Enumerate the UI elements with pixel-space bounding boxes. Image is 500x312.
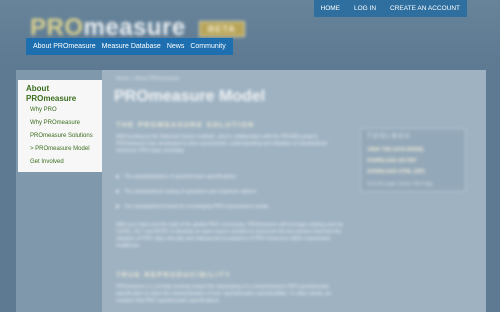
toolbox-footer-links[interactable]: Print this page | Share This Page [367,181,433,186]
section-heading-reproducibility: TRUE REPRODUCIBILITY [116,272,232,279]
sidebar-item-promeasure-model[interactable]: > PROmeasure Model [30,146,90,152]
sidebar-title: About PROmeasure [26,84,77,103]
list-item: The standardized format for exchanging P… [116,204,269,210]
toolbox-panel: TOOLBOX VIEW THE DATA MODEL DOWNLOAD AS … [360,128,466,192]
list-item: The standardization of questionnaire spe… [116,174,269,180]
page-title: PROmeasure Model [114,88,266,105]
nav-login-link[interactable]: LOG IN [347,0,383,17]
section-paragraph: PROmeasure is currently working toward t… [116,284,332,304]
nav-home-link[interactable]: HOME [314,0,348,17]
breadcrumb[interactable]: Home > About PROmeasure [116,76,180,82]
sidebar-item-why-promeasure[interactable]: Why PROmeasure [30,120,80,126]
main-nav: About PROmeasure Measure Database News C… [26,38,233,55]
logo-measure-text: measure [83,14,186,41]
section-paragraph: With your input and the help of the glob… [116,222,344,249]
main-nav-measure-database[interactable]: Measure Database [99,38,164,55]
section-heading-solution: THE PROMEASURE SOLUTION [116,122,255,129]
toolbox-title: TOOLBOX [367,133,412,140]
sidebar-item-why-pro[interactable]: Why PRO [30,107,57,113]
main-nav-community[interactable]: Community [187,38,228,55]
view-data-model-link[interactable]: VIEW THE DATA MODEL [367,147,425,153]
sidebar-item-promeasure-solutions[interactable]: PROmeasure Solutions [30,133,93,139]
feature-list: The standardization of questionnaire spe… [116,174,269,219]
list-item: The standardized coding of questions and… [116,189,269,195]
beta-badge: BETA [198,20,245,37]
logo-pro-text: PRO [30,14,84,41]
sidebar-menu: About PROmeasure Why PRO Why PROmeasure … [18,80,102,172]
sidebar-item-get-involved[interactable]: Get Involved [30,159,64,165]
top-nav: HOME LOG IN CREATE AN ACCOUNT [313,0,467,17]
main-nav-news[interactable]: News [164,38,188,55]
download-pdf-link[interactable]: DOWNLOAD AS PDF [367,158,417,164]
nav-create-account-link[interactable]: CREATE AN ACCOUNT [383,0,467,17]
download-html-link[interactable]: DOWNLOAD HTML (ZIP) [367,169,425,175]
main-nav-about[interactable]: About PROmeasure [30,38,99,55]
section-paragraph: With funding by the National Cancer Inst… [116,134,328,154]
